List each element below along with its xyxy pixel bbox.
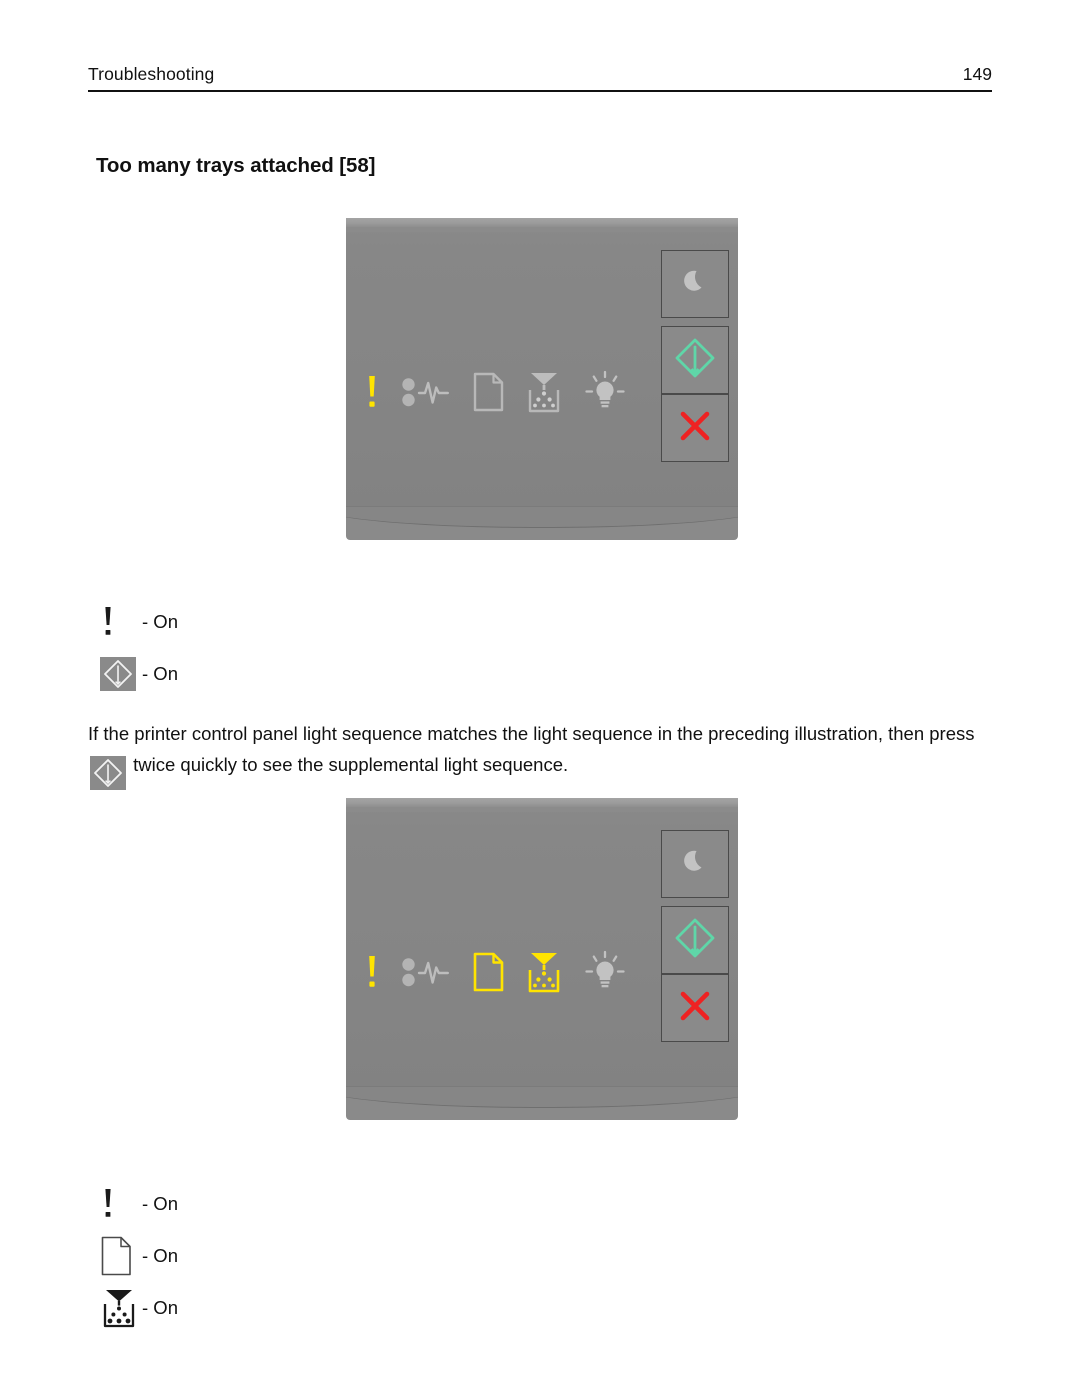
legend-state-text: - On [142, 1245, 178, 1266]
legend-state-text: - On [142, 1193, 178, 1214]
cancel-button[interactable] [661, 394, 729, 462]
start-diamond-icon [674, 917, 716, 964]
load-paper-icon [472, 951, 506, 998]
legend-row: - On [100, 1230, 178, 1282]
page-number: 149 [962, 64, 992, 84]
start-key-icon [100, 657, 142, 691]
panel-top-bezel-shadow [346, 227, 738, 232]
legend-row: - On [100, 596, 178, 648]
legend-supplemental-light-sequence: - On - On - On [100, 1178, 178, 1334]
legend-row: - On [100, 648, 178, 700]
printer-control-panel-illustration-supplemental [346, 798, 738, 1120]
legend-state-text: - On [142, 663, 178, 684]
legend-row: - On [100, 1282, 178, 1334]
cancel-button[interactable] [661, 974, 729, 1042]
sleep-moon-icon [680, 267, 710, 302]
sleep-button[interactable] [661, 830, 729, 898]
panel-top-bezel [346, 218, 738, 227]
toner-low-icon [524, 950, 564, 999]
start-key-icon [90, 755, 126, 790]
legend-state-text: - On [142, 611, 178, 632]
ready-lightbulb-icon [582, 950, 628, 999]
instruction-text-before: If the printer control panel light seque… [88, 722, 975, 744]
start-button[interactable] [661, 326, 729, 394]
panel-top-bezel [346, 798, 738, 807]
panel-bottom-lip [346, 506, 738, 540]
paper-jam-icon [400, 952, 454, 997]
instruction-text-after: twice quickly to see the supplemental li… [133, 753, 569, 775]
start-key-chip [100, 657, 136, 691]
control-panel-button-stack [661, 250, 729, 462]
panel-top-bezel-shadow [346, 807, 738, 812]
page-title: Too many trays attached [58] [96, 153, 376, 177]
error-exclamation-icon [100, 1187, 142, 1221]
indicator-light-row [362, 950, 628, 999]
error-exclamation-icon [362, 952, 382, 997]
page-header: Troubleshooting 149 [88, 64, 992, 92]
error-exclamation-icon [100, 605, 142, 639]
indicator-light-row [362, 370, 628, 419]
sleep-moon-icon [680, 847, 710, 882]
control-panel [346, 798, 738, 1120]
control-panel [346, 218, 738, 540]
toner-low-icon [524, 370, 564, 419]
toner-low-icon [100, 1287, 142, 1329]
start-key-chip [90, 755, 126, 790]
cancel-x-icon [677, 408, 713, 449]
printer-control-panel-illustration-primary [346, 218, 738, 540]
control-panel-button-stack [661, 830, 729, 1042]
instruction-paragraph: If the printer control panel light seque… [88, 719, 996, 790]
legend-row: - On [100, 1178, 178, 1230]
start-button[interactable] [661, 906, 729, 974]
start-diamond-icon [674, 337, 716, 384]
error-exclamation-icon [362, 372, 382, 417]
load-paper-icon [100, 1235, 142, 1277]
paper-jam-icon [400, 372, 454, 417]
legend-state-text: - On [142, 1297, 178, 1318]
panel-bottom-lip [346, 1086, 738, 1120]
cancel-x-icon [677, 988, 713, 1029]
ready-lightbulb-icon [582, 370, 628, 419]
breadcrumb: Troubleshooting [88, 64, 215, 84]
load-paper-icon [472, 371, 506, 418]
sleep-button[interactable] [661, 250, 729, 318]
legend-primary-light-sequence: - On - On [100, 596, 178, 700]
